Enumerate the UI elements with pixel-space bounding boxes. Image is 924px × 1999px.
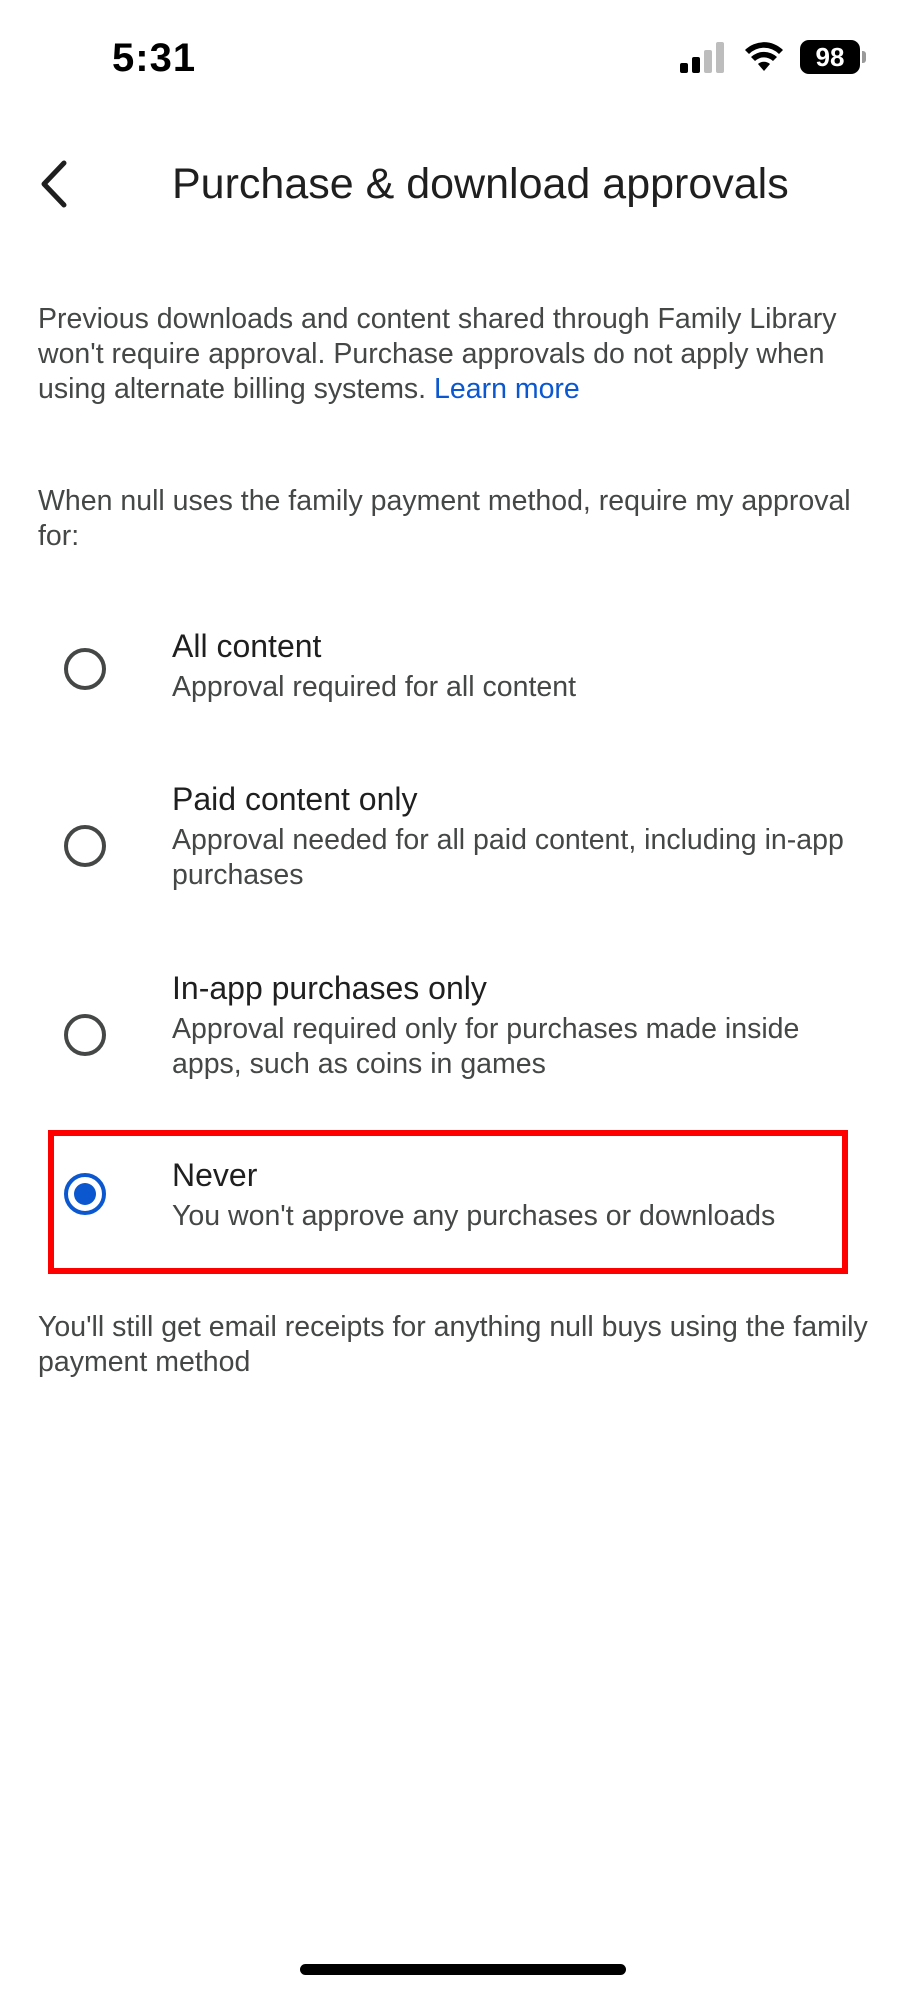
option-description: Approval needed for all paid content, in…: [172, 824, 844, 891]
battery-level: 98: [800, 40, 860, 74]
radio-in-app-purchases-only[interactable]: [64, 1014, 106, 1056]
option-title: All content: [172, 628, 322, 664]
back-button[interactable]: [24, 154, 84, 214]
status-icons: 98: [680, 40, 866, 74]
option-in-app-purchases-only[interactable]: In-app purchases only Approval required …: [38, 970, 858, 1090]
learn-more-link[interactable]: Learn more: [434, 373, 580, 405]
wifi-icon: [745, 42, 783, 71]
option-paid-content-only[interactable]: Paid content only Approval needed for al…: [38, 781, 858, 901]
battery-icon: 98: [800, 40, 866, 74]
intro-text: Previous downloads and content shared th…: [38, 302, 878, 407]
radio-all-content[interactable]: [64, 648, 106, 690]
option-description: Approval required only for purchases mad…: [172, 1013, 800, 1080]
option-description: Approval required for all content: [172, 671, 576, 703]
option-title: Paid content only: [172, 781, 418, 817]
chevron-left-icon: [41, 160, 67, 208]
radio-paid-content-only[interactable]: [64, 825, 106, 867]
screen: 5:31 98 Purchase & download approvals Pr…: [0, 0, 924, 1999]
home-indicator[interactable]: [300, 1964, 626, 1975]
status-time: 5:31: [112, 36, 197, 80]
cellular-signal-icon: [680, 42, 724, 73]
page-title: Purchase & download approvals: [172, 160, 789, 208]
footer-note: You'll still get email receipts for anyt…: [38, 1311, 868, 1378]
option-all-content[interactable]: All content Approval required for all co…: [38, 628, 858, 728]
approval-prompt: When null uses the family payment method…: [38, 485, 851, 552]
highlight-box: [48, 1130, 848, 1274]
option-title: In-app purchases only: [172, 970, 487, 1006]
